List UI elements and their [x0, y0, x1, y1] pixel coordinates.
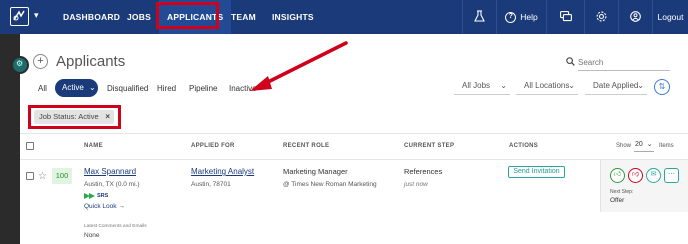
play-icon	[89, 193, 95, 199]
jobs-dropdown[interactable]: All Jobs ⌄	[454, 79, 510, 95]
latest-comments-label: Latest Comments and Emails	[84, 224, 147, 229]
chat-icon	[559, 10, 572, 24]
applicant-name-link[interactable]: Max Spannard	[84, 167, 136, 176]
current-step: References	[404, 167, 443, 176]
locations-dropdown-label: All Locations	[524, 81, 570, 90]
nav-insights[interactable]: INSIGHTS	[272, 0, 314, 34]
gear-icon	[596, 11, 607, 24]
tab-all[interactable]: All	[38, 84, 47, 93]
search-icon	[566, 57, 575, 69]
top-navbar: ▾ DASHBOARD JOBS APPLICANTS TEAM INSIGHT…	[0, 0, 688, 34]
score-badge: 100	[52, 168, 72, 184]
job-title-link[interactable]: Marketing Analyst	[191, 167, 254, 176]
sliders-icon: ⚙	[16, 59, 24, 68]
col-header-recent-role[interactable]: RECENT ROLE	[283, 143, 329, 149]
search-input[interactable]	[578, 54, 670, 71]
next-step-value: Offer	[610, 197, 625, 204]
nav-team[interactable]: TEAM	[231, 0, 256, 34]
help-icon: ?	[505, 11, 517, 23]
header-separator	[20, 159, 688, 160]
logout-label: Logout	[657, 12, 684, 22]
thumbs-up-icon[interactable]: 👍︎	[610, 168, 625, 183]
col-header-actions: ACTIONS	[509, 143, 539, 149]
chat-icon[interactable]: ✉	[646, 168, 661, 183]
select-all-checkbox[interactable]	[26, 142, 34, 150]
logout-button[interactable]: Logout	[652, 0, 688, 34]
tab-hired[interactable]: Hired	[157, 84, 176, 93]
current-step-time: just now	[404, 181, 428, 188]
jobs-dropdown-label: All Jobs	[462, 81, 491, 90]
chevron-down-icon: ⌄	[637, 81, 644, 90]
messages-button[interactable]	[546, 0, 584, 34]
show-label: Show	[616, 143, 632, 149]
more-icon[interactable]: ⋯	[664, 168, 679, 183]
applicant-location: Austin, TX (0.0 mi.)	[84, 181, 140, 188]
chevron-down-icon: ⌄	[500, 81, 507, 90]
table-top-border	[20, 133, 688, 134]
filter-toggle-button[interactable]: ⚙	[11, 56, 29, 74]
date-applied-dropdown[interactable]: Date Applied ⌄	[585, 79, 647, 95]
page-size-select[interactable]: 20 ⌄	[634, 139, 654, 152]
chip-label: Job Status: Active	[39, 112, 99, 121]
sort-button[interactable]: ⇅	[654, 79, 670, 95]
page-title: Applicants	[56, 53, 126, 70]
job-location: Austin, 78701	[191, 181, 231, 188]
tab-disqualified[interactable]: Disqualified	[107, 84, 148, 93]
col-header-current-step[interactable]: CURRENT STEP	[404, 143, 454, 149]
user-circle-icon	[630, 10, 641, 24]
app-logo-icon[interactable]	[10, 7, 29, 26]
settings-button[interactable]	[584, 0, 618, 34]
profile-button[interactable]	[618, 0, 652, 34]
flask-icon	[474, 10, 485, 24]
star-icon[interactable]: ☆	[38, 171, 47, 182]
locations-dropdown[interactable]: All Locations ⌄	[516, 79, 578, 95]
page-size-value: 20	[635, 141, 643, 148]
help-label: Help	[520, 12, 538, 22]
source-tag: SRS	[97, 193, 109, 199]
nav-dashboard[interactable]: DASHBOARD	[63, 0, 120, 34]
recent-role-title: Marketing Manager	[283, 167, 348, 176]
col-header-name[interactable]: NAME	[84, 143, 103, 149]
next-step-label: Next Step:	[610, 189, 634, 195]
nav-jobs[interactable]: JOBS	[127, 0, 151, 34]
tab-active[interactable]: Active ⌄	[55, 79, 98, 97]
latest-comments-value: None	[84, 232, 100, 239]
highlight-box-applicants	[156, 2, 219, 29]
help-button[interactable]: ? Help	[496, 0, 546, 34]
job-status-chip: Job Status: Active ×	[34, 110, 114, 124]
row-checkbox[interactable]	[26, 172, 34, 180]
chevron-down-icon: ⌄	[89, 83, 96, 92]
sort-icon: ⇅	[658, 82, 666, 91]
close-icon[interactable]: ×	[105, 110, 110, 124]
thumbs-down-icon[interactable]: 👎︎	[628, 168, 643, 183]
tab-active-label: Active	[62, 83, 84, 92]
quick-look-link[interactable]: Quick Look →	[84, 203, 125, 210]
lab-button[interactable]	[462, 0, 496, 34]
add-applicant-button[interactable]: +	[33, 54, 48, 69]
chevron-down-icon[interactable]: ▾	[34, 10, 39, 21]
recent-role-company: @ Times New Roman Marketing	[283, 181, 377, 188]
chevron-down-icon: ⌄	[646, 141, 653, 148]
chevron-down-icon: ⌄	[568, 81, 575, 90]
send-invitation-button[interactable]: Send Invitation	[508, 166, 565, 178]
col-header-applied-for[interactable]: APPLIED FOR	[191, 143, 235, 149]
annotation-arrow	[250, 41, 348, 91]
items-label: Items	[659, 143, 674, 149]
tab-pipeline[interactable]: Pipeline	[189, 84, 217, 93]
date-applied-dropdown-label: Date Applied	[593, 81, 639, 90]
